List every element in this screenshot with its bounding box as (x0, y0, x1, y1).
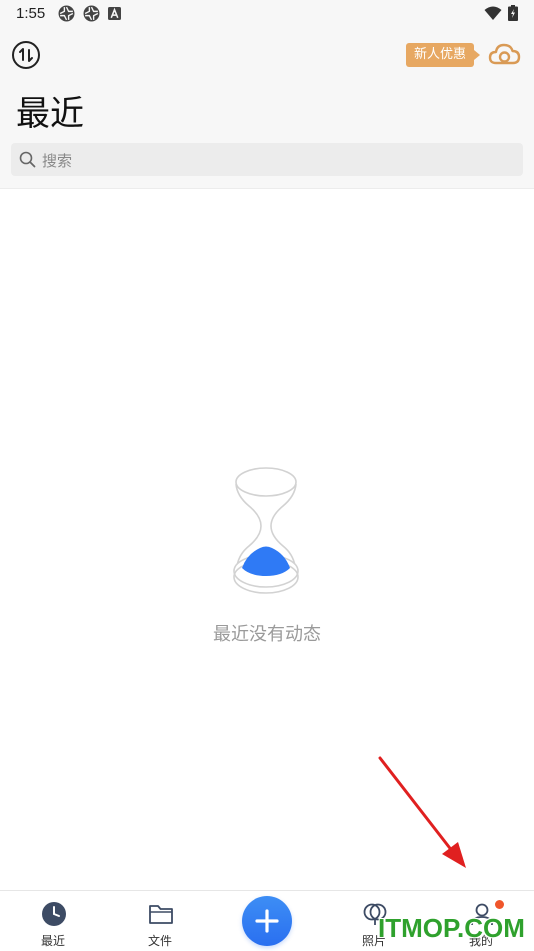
add-button[interactable] (242, 896, 292, 946)
annotation-arrow-icon (378, 756, 466, 868)
aperture-icon (58, 5, 75, 22)
transfer-arrows-icon (12, 41, 40, 69)
notification-dot (495, 900, 504, 909)
cloud-icon (488, 43, 521, 65)
clock-icon (42, 902, 66, 926)
tab-files[interactable]: 文件 (120, 891, 200, 951)
font-app-icon (108, 7, 121, 20)
status-system-icons (484, 5, 518, 21)
folder-icon (149, 905, 173, 924)
page-title: 最近 (16, 94, 84, 134)
tab-label: 文件 (147, 934, 172, 948)
tab-label: 最近 (40, 934, 65, 948)
header-divider (0, 188, 534, 189)
promo-badge[interactable]: 新人优惠 (405, 43, 481, 67)
watermark: ITMOP.COM (378, 913, 525, 943)
cloud-button[interactable] (488, 38, 522, 72)
search-icon (19, 151, 36, 168)
plus-icon (255, 909, 279, 933)
tab-recent[interactable]: 最近 (13, 891, 93, 951)
header: 新人优惠 最近 搜索 (0, 28, 534, 188)
hourglass-icon (233, 467, 299, 594)
battery-charging-icon (508, 5, 518, 21)
status-bar: 1:55 (0, 0, 534, 28)
transfer-button[interactable] (11, 40, 41, 70)
empty-state-message: 最近没有动态 (213, 624, 321, 645)
wifi-icon (484, 6, 502, 20)
aperture-icon (83, 5, 100, 22)
search-input[interactable]: 搜索 (11, 143, 523, 176)
search-placeholder: 搜索 (42, 152, 73, 170)
status-time: 1:55 (16, 5, 46, 22)
status-notification-icons (58, 5, 121, 22)
